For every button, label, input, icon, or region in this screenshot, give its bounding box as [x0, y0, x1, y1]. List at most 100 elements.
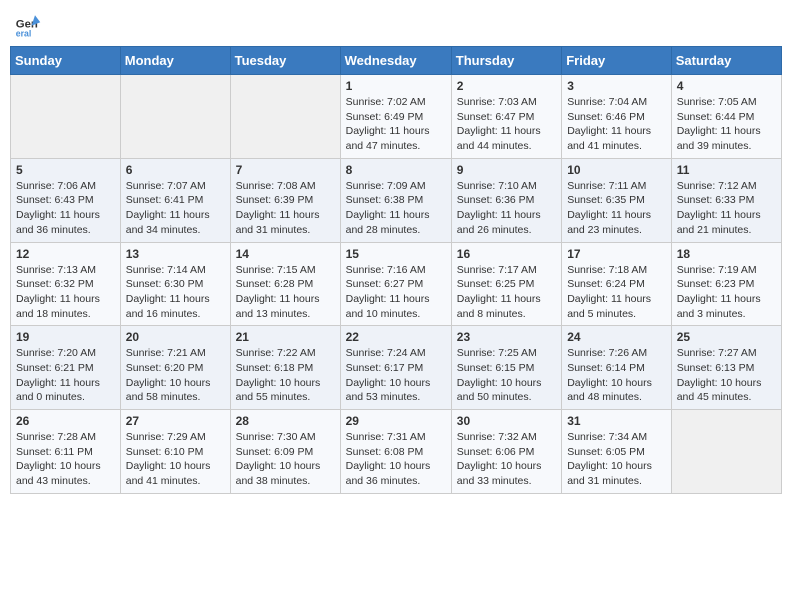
day-info: Sunrise: 7:21 AM Sunset: 6:20 PM Dayligh…	[126, 346, 225, 405]
calendar-day: 21 Sunrise: 7:22 AM Sunset: 6:18 PM Dayli…	[230, 326, 340, 410]
calendar-day: 1 Sunrise: 7:02 AM Sunset: 6:49 PM Daylig…	[340, 75, 451, 159]
calendar-day: 3 Sunrise: 7:04 AM Sunset: 6:46 PM Daylig…	[562, 75, 672, 159]
calendar-day: 5 Sunrise: 7:06 AM Sunset: 6:43 PM Daylig…	[11, 158, 121, 242]
day-info: Sunrise: 7:27 AM Sunset: 6:13 PM Dayligh…	[677, 346, 776, 405]
day-info: Sunrise: 7:22 AM Sunset: 6:18 PM Dayligh…	[236, 346, 335, 405]
day-info: Sunrise: 7:19 AM Sunset: 6:23 PM Dayligh…	[677, 263, 776, 322]
calendar-day: 29 Sunrise: 7:31 AM Sunset: 6:08 PM Dayli…	[340, 410, 451, 494]
day-number: 28	[236, 414, 335, 428]
day-number: 24	[567, 330, 666, 344]
calendar-day: 6Sunrise: 7:07 AM Sunset: 6:41 PM Daylig…	[120, 158, 230, 242]
day-header-tuesday: Tuesday	[230, 47, 340, 75]
day-info: Sunrise: 7:04 AM Sunset: 6:46 PM Dayligh…	[567, 95, 666, 154]
calendar-day: 16Sunrise: 7:17 AM Sunset: 6:25 PM Dayli…	[451, 242, 561, 326]
day-number: 22	[346, 330, 446, 344]
day-header-saturday: Saturday	[671, 47, 781, 75]
day-number: 17	[567, 247, 666, 261]
day-info: Sunrise: 7:32 AM Sunset: 6:06 PM Dayligh…	[457, 430, 556, 489]
day-header-thursday: Thursday	[451, 47, 561, 75]
day-info: Sunrise: 7:13 AM Sunset: 6:32 PM Dayligh…	[16, 263, 115, 322]
day-info: Sunrise: 7:15 AM Sunset: 6:28 PM Dayligh…	[236, 263, 335, 322]
calendar-day: 15Sunrise: 7:16 AM Sunset: 6:27 PM Dayli…	[340, 242, 451, 326]
calendar-day: 22 Sunrise: 7:24 AM Sunset: 6:17 PM Dayli…	[340, 326, 451, 410]
calendar-day: 14 Sunrise: 7:15 AM Sunset: 6:28 PM Dayli…	[230, 242, 340, 326]
day-info: Sunrise: 7:24 AM Sunset: 6:17 PM Dayligh…	[346, 346, 446, 405]
calendar-day: 10Sunrise: 7:11 AM Sunset: 6:35 PM Dayli…	[562, 158, 672, 242]
day-info: Sunrise: 7:18 AM Sunset: 6:24 PM Dayligh…	[567, 263, 666, 322]
day-number: 11	[677, 163, 776, 177]
day-number: 7	[236, 163, 335, 177]
day-number: 23	[457, 330, 556, 344]
day-number: 12	[16, 247, 115, 261]
day-number: 15	[346, 247, 446, 261]
day-number: 13	[126, 247, 225, 261]
calendar-day: 25 Sunrise: 7:27 AM Sunset: 6:13 PM Dayli…	[671, 326, 781, 410]
day-info: Sunrise: 7:03 AM Sunset: 6:47 PM Dayligh…	[457, 95, 556, 154]
day-number: 3	[567, 79, 666, 93]
day-info: Sunrise: 7:14 AM Sunset: 6:30 PM Dayligh…	[126, 263, 225, 322]
calendar-week-5: 26 Sunrise: 7:28 AM Sunset: 6:11 PM Dayli…	[11, 410, 782, 494]
calendar-day: 12 Sunrise: 7:13 AM Sunset: 6:32 PM Dayli…	[11, 242, 121, 326]
day-info: Sunrise: 7:31 AM Sunset: 6:08 PM Dayligh…	[346, 430, 446, 489]
page-header: Gen eral	[10, 10, 782, 38]
day-number: 9	[457, 163, 556, 177]
day-number: 8	[346, 163, 446, 177]
calendar-day: 7Sunrise: 7:08 AM Sunset: 6:39 PM Daylig…	[230, 158, 340, 242]
calendar-week-4: 19 Sunrise: 7:20 AM Sunset: 6:21 PM Dayli…	[11, 326, 782, 410]
day-info: Sunrise: 7:17 AM Sunset: 6:25 PM Dayligh…	[457, 263, 556, 322]
day-number: 31	[567, 414, 666, 428]
calendar-header-row: SundayMondayTuesdayWednesdayThursdayFrid…	[11, 47, 782, 75]
calendar-day: 24Sunrise: 7:26 AM Sunset: 6:14 PM Dayli…	[562, 326, 672, 410]
calendar-day: 2 Sunrise: 7:03 AM Sunset: 6:47 PM Daylig…	[451, 75, 561, 159]
day-info: Sunrise: 7:28 AM Sunset: 6:11 PM Dayligh…	[16, 430, 115, 489]
calendar-day: 27 Sunrise: 7:29 AM Sunset: 6:10 PM Dayli…	[120, 410, 230, 494]
day-number: 4	[677, 79, 776, 93]
calendar-day	[11, 75, 121, 159]
day-number: 6	[126, 163, 225, 177]
calendar-day: 31 Sunrise: 7:34 AM Sunset: 6:05 PM Dayli…	[562, 410, 672, 494]
day-header-wednesday: Wednesday	[340, 47, 451, 75]
day-info: Sunrise: 7:10 AM Sunset: 6:36 PM Dayligh…	[457, 179, 556, 238]
calendar-day: 17 Sunrise: 7:18 AM Sunset: 6:24 PM Dayli…	[562, 242, 672, 326]
day-number: 10	[567, 163, 666, 177]
calendar-day: 11Sunrise: 7:12 AM Sunset: 6:33 PM Dayli…	[671, 158, 781, 242]
day-info: Sunrise: 7:34 AM Sunset: 6:05 PM Dayligh…	[567, 430, 666, 489]
day-info: Sunrise: 7:02 AM Sunset: 6:49 PM Dayligh…	[346, 95, 446, 154]
calendar-day: 30Sunrise: 7:32 AM Sunset: 6:06 PM Dayli…	[451, 410, 561, 494]
day-info: Sunrise: 7:30 AM Sunset: 6:09 PM Dayligh…	[236, 430, 335, 489]
logo-icon: Gen eral	[14, 10, 42, 38]
day-header-friday: Friday	[562, 47, 672, 75]
day-number: 26	[16, 414, 115, 428]
calendar-day: 26 Sunrise: 7:28 AM Sunset: 6:11 PM Dayli…	[11, 410, 121, 494]
calendar-body: 1 Sunrise: 7:02 AM Sunset: 6:49 PM Daylig…	[11, 75, 782, 494]
calendar-day: 18 Sunrise: 7:19 AM Sunset: 6:23 PM Dayli…	[671, 242, 781, 326]
svg-text:eral: eral	[16, 28, 32, 38]
day-number: 21	[236, 330, 335, 344]
calendar-day: 13 Sunrise: 7:14 AM Sunset: 6:30 PM Dayli…	[120, 242, 230, 326]
day-info: Sunrise: 7:29 AM Sunset: 6:10 PM Dayligh…	[126, 430, 225, 489]
day-header-monday: Monday	[120, 47, 230, 75]
day-number: 1	[346, 79, 446, 93]
day-number: 19	[16, 330, 115, 344]
calendar-day: 8Sunrise: 7:09 AM Sunset: 6:38 PM Daylig…	[340, 158, 451, 242]
calendar-day	[230, 75, 340, 159]
calendar-day	[671, 410, 781, 494]
calendar-table: SundayMondayTuesdayWednesdayThursdayFrid…	[10, 46, 782, 494]
calendar-day: 4Sunrise: 7:05 AM Sunset: 6:44 PM Daylig…	[671, 75, 781, 159]
calendar-week-3: 12 Sunrise: 7:13 AM Sunset: 6:32 PM Dayli…	[11, 242, 782, 326]
day-number: 25	[677, 330, 776, 344]
day-number: 27	[126, 414, 225, 428]
day-info: Sunrise: 7:06 AM Sunset: 6:43 PM Dayligh…	[16, 179, 115, 238]
day-number: 14	[236, 247, 335, 261]
day-info: Sunrise: 7:20 AM Sunset: 6:21 PM Dayligh…	[16, 346, 115, 405]
calendar-day: 23Sunrise: 7:25 AM Sunset: 6:15 PM Dayli…	[451, 326, 561, 410]
day-number: 2	[457, 79, 556, 93]
calendar-week-1: 1 Sunrise: 7:02 AM Sunset: 6:49 PM Daylig…	[11, 75, 782, 159]
day-number: 29	[346, 414, 446, 428]
day-number: 18	[677, 247, 776, 261]
calendar-week-2: 5 Sunrise: 7:06 AM Sunset: 6:43 PM Daylig…	[11, 158, 782, 242]
calendar-day: 19 Sunrise: 7:20 AM Sunset: 6:21 PM Dayli…	[11, 326, 121, 410]
day-number: 20	[126, 330, 225, 344]
calendar-day: 20 Sunrise: 7:21 AM Sunset: 6:20 PM Dayli…	[120, 326, 230, 410]
day-number: 5	[16, 163, 115, 177]
